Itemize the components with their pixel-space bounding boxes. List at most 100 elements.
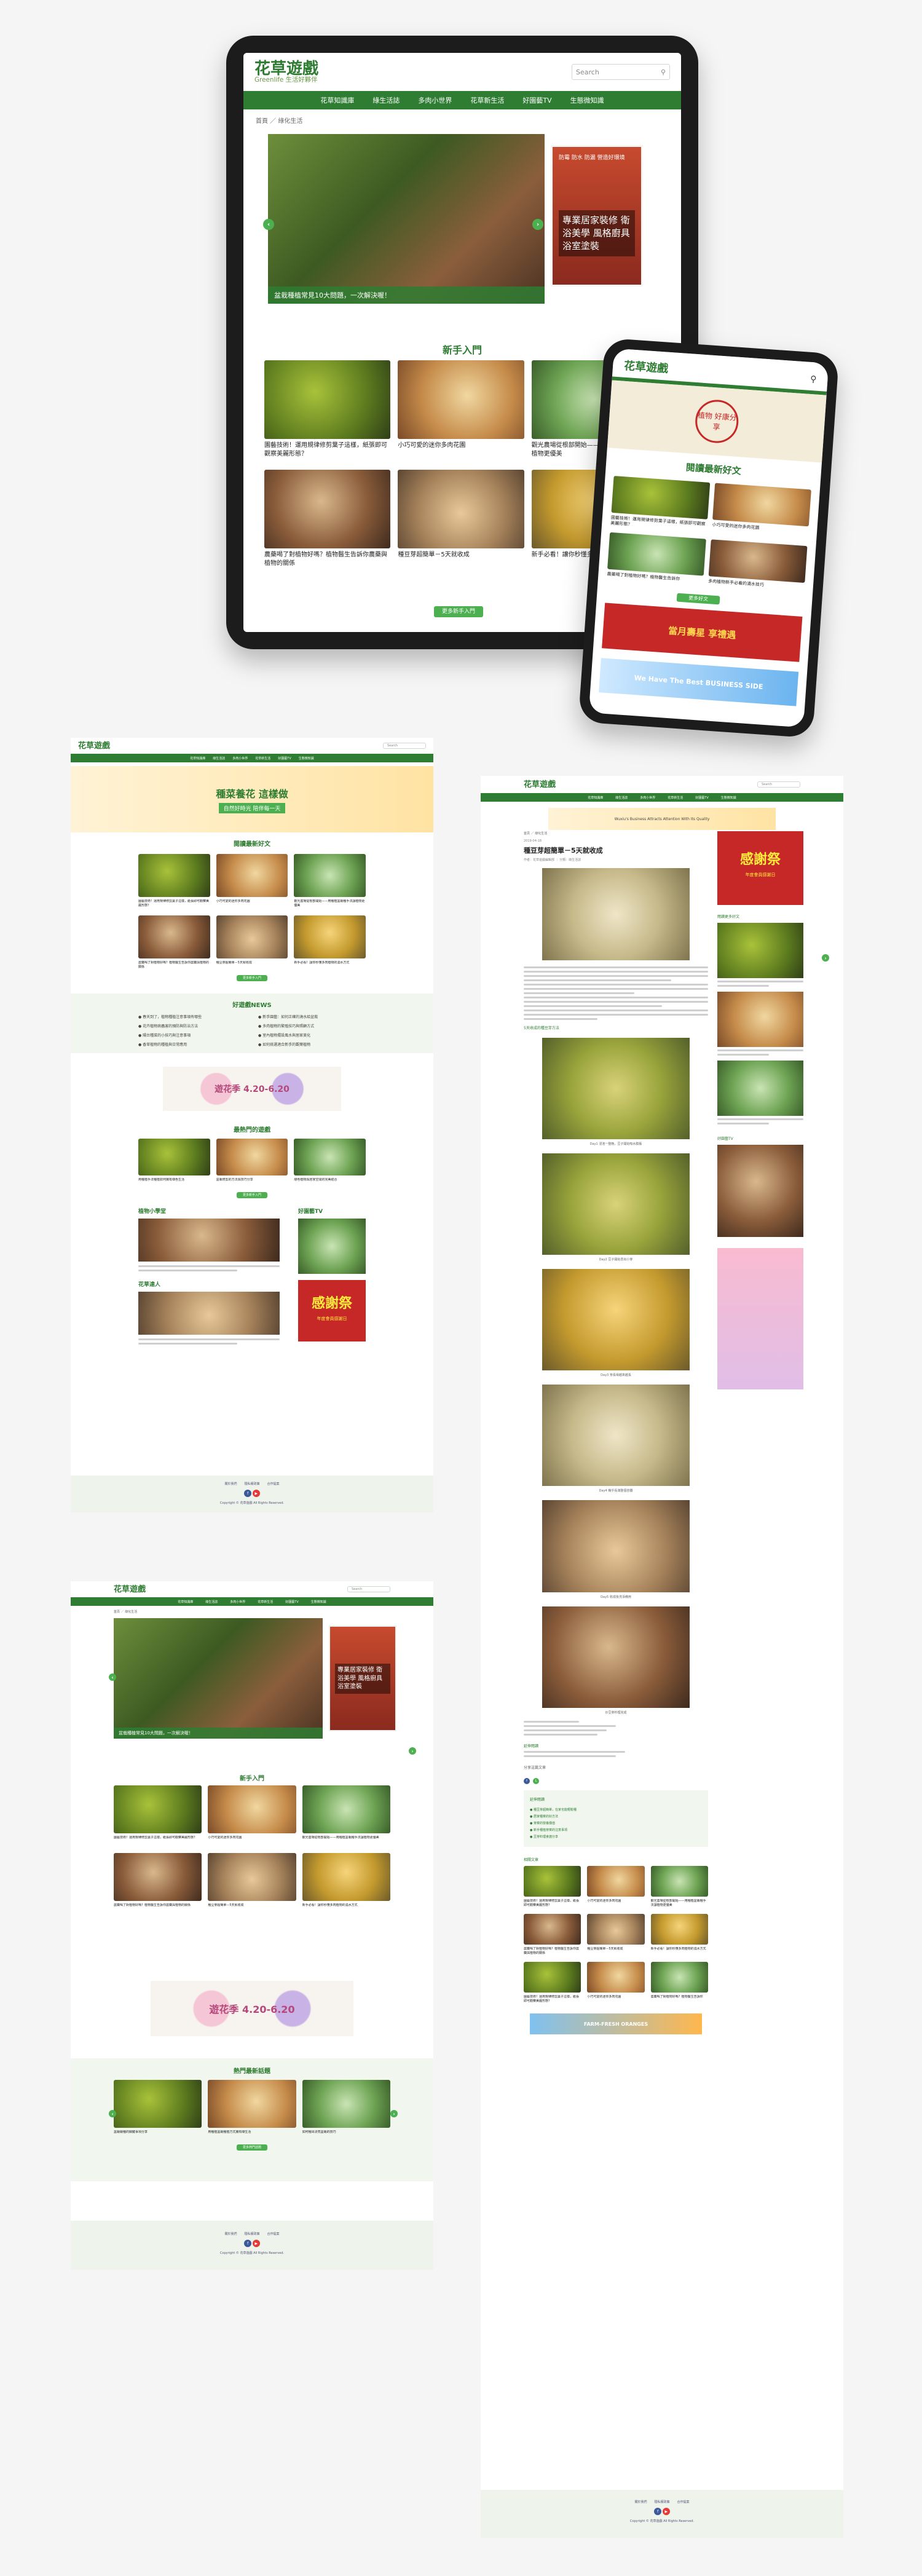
- home-latest-card-title[interactable]: 觀光農場從根部開始——用種植盆栽種手法讓植物更優美: [294, 899, 366, 908]
- nav-item-5[interactable]: 生態微知識: [299, 756, 314, 761]
- home-hot-card-title[interactable]: 綠色植物與居家空間的完美結合: [294, 1178, 366, 1187]
- nav-item-4[interactable]: 好園藝TV: [285, 1600, 298, 1604]
- news-item[interactable]: ● 如何挑選適合新手的觀葉植物: [258, 1041, 366, 1047]
- cat-hot-card[interactable]: 如何種出漂亮盆栽的技巧: [302, 2080, 390, 2139]
- article-grid-card-image[interactable]: [650, 1914, 708, 1945]
- article-grid-card[interactable]: 園藝技術！運用規律修剪葉子這樣，紙張即可觀察美麗形態？: [524, 1962, 581, 2004]
- more-beginner-button[interactable]: 更多新手入門: [434, 606, 483, 617]
- news-item[interactable]: ● 陽台種菜的小技巧與注意事項: [138, 1032, 246, 1038]
- home-latest-card-title[interactable]: 新手必看！讓你秒懂多肉植物的澆水方式: [294, 961, 366, 970]
- phone-card-image[interactable]: [611, 475, 711, 520]
- beginner-card[interactable]: 農藥喝了對植物好嗎？植物醫生告訴你農藥與植物的關係: [264, 470, 391, 568]
- article-grid-card-image[interactable]: [524, 1962, 581, 1993]
- beginner-card-title[interactable]: 小巧可愛的迷你多肉花園: [398, 441, 524, 459]
- article-youtube-icon[interactable]: ▶: [662, 2508, 670, 2515]
- related-link[interactable]: ● 新手種植芽菜的注意事項: [530, 1827, 702, 1834]
- beginner-card-image[interactable]: [264, 360, 391, 439]
- footer-link[interactable]: 合作提案: [267, 1482, 280, 1486]
- article-grid-card-image[interactable]: [650, 1962, 708, 1993]
- home-latest-card-image[interactable]: [138, 915, 210, 958]
- cat-beginner-card-title[interactable]: 園藝技術！運用規律修剪葉子這樣，紙張即可觀察美麗形態？: [114, 1836, 202, 1844]
- facebook-icon[interactable]: f: [244, 1490, 252, 1497]
- hero-prev-arrow[interactable]: ‹: [263, 219, 274, 230]
- phone-card-image[interactable]: [708, 539, 808, 583]
- phone-card[interactable]: 多肉植物新手必看的澆水技巧: [707, 539, 808, 597]
- footer-link[interactable]: 合作提案: [677, 2500, 690, 2504]
- article-grid-card-image[interactable]: [587, 1914, 645, 1945]
- article-grid-card-title[interactable]: 小巧可愛的迷你多肉花園: [587, 1995, 644, 2004]
- cat-youtube-icon[interactable]: ▶: [252, 2240, 260, 2247]
- article-grid-card-image[interactable]: [524, 1914, 581, 1945]
- related-link[interactable]: ● 種豆芽超簡單，在家也能輕鬆種: [530, 1807, 702, 1814]
- article-grid-card[interactable]: 觀光農場從根部開始——用種植盆栽種手法讓植物更優美: [650, 1866, 708, 1908]
- home-top-banner[interactable]: 種菜養花 這樣做 自然好時光 陪伴每一天: [71, 766, 433, 832]
- phone-card[interactable]: 園藝技術！運用規律修剪葉子這樣，紙張即可觀察美麗形態？: [610, 475, 711, 534]
- related-link[interactable]: ● 芽菜的營養價值: [530, 1820, 702, 1827]
- article-grid-card-image[interactable]: [587, 1866, 645, 1897]
- beginner-card-image[interactable]: [398, 470, 524, 548]
- nav-item-4[interactable]: 好園藝TV: [522, 95, 551, 105]
- phone-card[interactable]: 小巧可愛的迷你多肉花園: [711, 483, 811, 540]
- sidebar-card-2[interactable]: [717, 992, 803, 1047]
- phone-card[interactable]: 農藥喝了對植物好嗎？植物醫生告訴你: [606, 532, 706, 590]
- cat-beginner-card[interactable]: 新手必看！讓你秒懂多肉植物的澆水方式: [302, 1853, 390, 1912]
- cat-hot-card[interactable]: 盆栽栽種的關鍵事項分享: [114, 2080, 202, 2139]
- article-grid-card-image[interactable]: [587, 1962, 645, 1993]
- search-input[interactable]: Search ⚲: [572, 64, 670, 80]
- phone-card-image[interactable]: [712, 483, 811, 527]
- footer-link[interactable]: 關於我們: [224, 2232, 237, 2236]
- home-hot-card-image[interactable]: [294, 1139, 366, 1175]
- nav-item-3[interactable]: 花草新生活: [255, 756, 270, 761]
- footer-link[interactable]: 隱私權政策: [244, 2232, 259, 2236]
- cat-hot-card-title[interactable]: 用種植盆栽種植方式擁有綠生活: [208, 2130, 296, 2139]
- article-side-arrow[interactable]: ›: [822, 954, 829, 962]
- article-grid-card[interactable]: 小巧可愛的迷你多肉花園: [587, 1962, 645, 2004]
- nav-item-5[interactable]: 生態微知識: [311, 1600, 326, 1604]
- nav-item-3[interactable]: 花草新生活: [258, 1600, 273, 1604]
- article-grid-card-title[interactable]: 觀光農場從根部開始——用種植盆栽種手法讓植物更優美: [651, 1899, 708, 1908]
- nav-item-2[interactable]: 多肉小世界: [230, 1600, 245, 1604]
- article-top-ad[interactable]: Wuxiu's Business Attracts Attention With…: [548, 808, 776, 830]
- cat-facebook-icon[interactable]: f: [244, 2240, 252, 2247]
- home-hot-card-image[interactable]: [216, 1139, 288, 1175]
- nav-item-1[interactable]: 綠生活誌: [372, 95, 400, 105]
- home-more-button[interactable]: 更多新手入門: [237, 975, 267, 981]
- article-grid-card-title[interactable]: 園藝技術！運用規律修剪葉子這樣，紙張即可觀察美麗形態？: [524, 1995, 581, 2004]
- news-item[interactable]: ● 香草植物的種植與日常應用: [138, 1041, 246, 1047]
- cat-beginner-card-title[interactable]: 新手必看！讓你秒懂多肉植物的澆水方式: [302, 1903, 390, 1912]
- article-grid-card[interactable]: 新手必看！讓你秒懂多肉植物的澆水方式: [650, 1914, 708, 1956]
- cat-hot-card-image[interactable]: [208, 2080, 296, 2128]
- home-hot-card-image[interactable]: [138, 1139, 210, 1175]
- beginner-card-title[interactable]: 種豆芽超簡單－5天就收成: [398, 551, 524, 568]
- nav-item-3[interactable]: 花草新生活: [470, 95, 504, 105]
- home-latest-card-title[interactable]: 小巧可愛的迷你多肉花園: [216, 899, 288, 908]
- beginner-card[interactable]: 小巧可愛的迷你多肉花園: [398, 360, 524, 459]
- sidebar-tv-widget[interactable]: [717, 1145, 803, 1237]
- sidebar-card-3[interactable]: [717, 1061, 803, 1116]
- nav-item-2[interactable]: 多肉小世界: [418, 95, 452, 105]
- home-hot-card-title[interactable]: 用種植手法種植如何擁有綠色生活: [138, 1178, 210, 1187]
- cat-beginner-card-image[interactable]: [114, 1853, 202, 1901]
- phone-ad-blue[interactable]: We Have The Best BUSINESS SIDE: [599, 658, 799, 706]
- cat-hot-prev[interactable]: ‹: [109, 2110, 116, 2117]
- cat-hot-card-image[interactable]: [114, 2080, 202, 2128]
- home-hot-more[interactable]: 更多新手入門: [237, 1192, 267, 1198]
- home-latest-card[interactable]: 小巧可愛的迷你多肉花園: [216, 854, 288, 908]
- nav-item-3[interactable]: 花草新生活: [668, 796, 683, 800]
- nav-item-2[interactable]: 多肉小世界: [232, 756, 248, 761]
- news-item[interactable]: ● 花卉植物病蟲害的預防與防治方法: [138, 1023, 246, 1029]
- hero-next-arrow[interactable]: ›: [532, 219, 543, 230]
- col-left-image[interactable]: [138, 1219, 280, 1262]
- home-latest-card[interactable]: 觀光農場從根部開始——用種植盆栽種手法讓植物更優美: [294, 854, 366, 908]
- home-latest-card[interactable]: 園藝技術！運用規律修剪葉子這樣，紙張即可觀察美麗形態？: [138, 854, 210, 908]
- youtube-icon[interactable]: ▶: [252, 1490, 260, 1497]
- article-grid-card-image[interactable]: [650, 1866, 708, 1897]
- home-latest-card-image[interactable]: [216, 915, 288, 958]
- phone-more-button[interactable]: 更多好文: [676, 593, 720, 605]
- cat-hero-next[interactable]: ›: [409, 1747, 416, 1755]
- home-hot-card[interactable]: 盆栽修剪的方法與技巧分享: [216, 1139, 288, 1187]
- site-logo[interactable]: 花草遊戲 Greenlife 生活好夥伴: [254, 61, 318, 83]
- cat-flower-banner[interactable]: 遊花季 4.20-6.20: [151, 1981, 353, 2036]
- cat-hot-card-title[interactable]: 盆栽栽種的關鍵事項分享: [114, 2130, 202, 2139]
- cat-hot-next[interactable]: ›: [390, 2110, 398, 2117]
